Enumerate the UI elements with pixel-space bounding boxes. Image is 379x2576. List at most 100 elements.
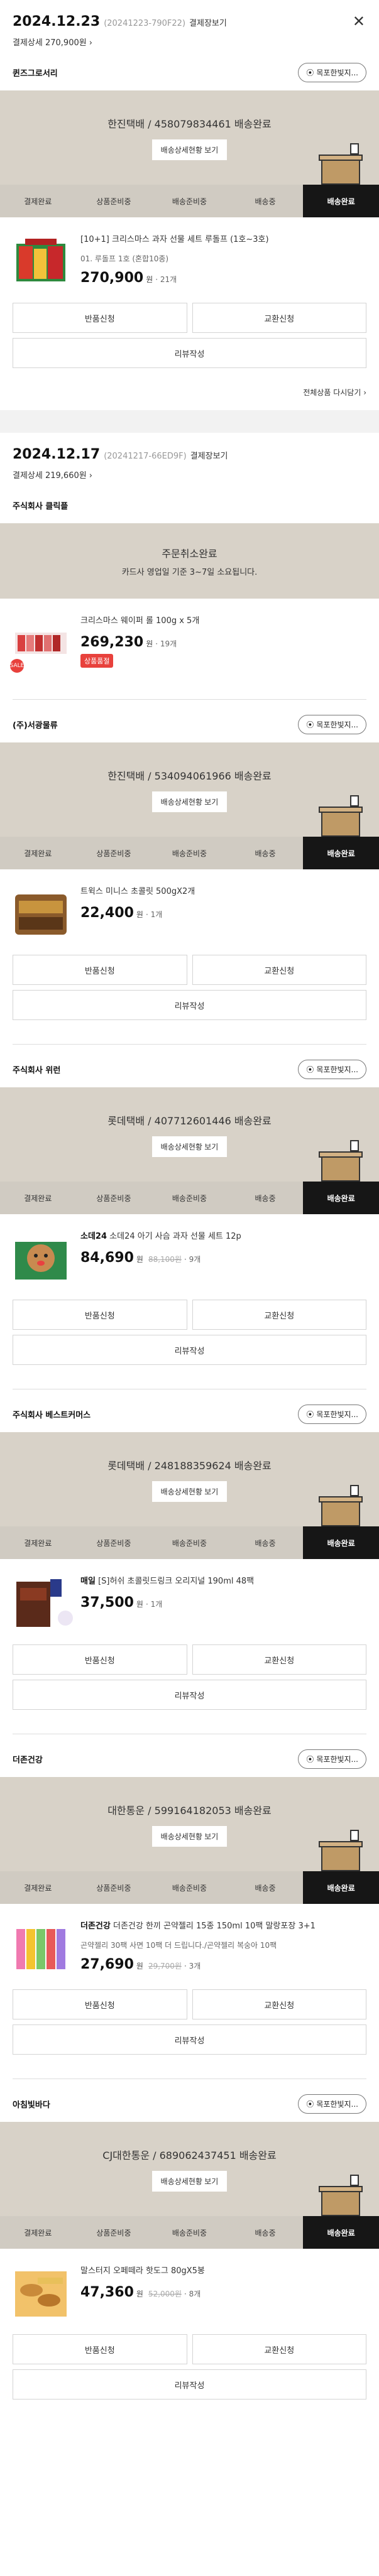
product-thumbnail[interactable] xyxy=(13,1920,69,1977)
step-preparing: 상품준비중 xyxy=(75,1182,152,1214)
product-item[interactable]: 트윅스 미니스 초콜릿 500gX2개 22,400 원 · 1개 xyxy=(0,869,379,955)
original-price: 29,700원 xyxy=(148,1961,182,1970)
location-pill-button[interactable]: ⦿ 목포한빛지... xyxy=(298,714,366,734)
delivery-stepper: 결제완료 상품준비중 배송준비중 배송중 배송완료 xyxy=(0,1526,379,1559)
step-ready: 배송준비중 xyxy=(151,185,228,217)
return-button[interactable]: 반품신청 xyxy=(13,1644,187,1675)
delivery-stepper: 결제완료 상품준비중 배송준비중 배송중 배송완료 xyxy=(0,837,379,869)
product-thumbnail[interactable] xyxy=(13,1231,69,1287)
order-number: (20241217-66ED9F) xyxy=(104,452,187,461)
review-button[interactable]: 리뷰작성 xyxy=(13,2024,366,2055)
product-qty: · 19개 xyxy=(155,639,177,648)
product-qty: · 3개 xyxy=(184,1961,201,1970)
delivery-detail-button[interactable]: 배송상세현황 보기 xyxy=(151,791,228,812)
review-button[interactable]: 리뷰작성 xyxy=(13,2369,366,2399)
receipt-link[interactable]: 결제장보기 xyxy=(190,449,228,461)
pin-icon: ⦿ xyxy=(306,1410,314,1419)
exchange-button[interactable]: 교환신청 xyxy=(192,1989,366,2019)
delivery-status-panel: 한진택배 / 534094061966 배송완료 배송상세현황 보기 xyxy=(0,742,379,837)
close-icon[interactable]: ✕ xyxy=(353,14,365,29)
reorder-all-label: 전체상품 다시담기 xyxy=(303,388,361,397)
review-button[interactable]: 리뷰작성 xyxy=(13,338,366,368)
step-delivered: 배송완료 xyxy=(303,1182,379,1214)
divider xyxy=(13,1044,366,1045)
seller-header: 더존건강 ⦿ 목포한빛지... xyxy=(0,1741,379,1777)
product-thumbnail[interactable] xyxy=(13,886,69,942)
receipt-link[interactable]: 결제장보기 xyxy=(189,16,227,28)
step-preparing: 상품준비중 xyxy=(75,2216,152,2249)
pill-label: 목포한빛지... xyxy=(316,2099,358,2109)
delivery-detail-button[interactable]: 배송상세현황 보기 xyxy=(151,1481,228,1502)
step-paid: 결제완료 xyxy=(0,1526,76,1559)
delivery-status-panel: 롯데택배 / 248188359624 배송완료 배송상세현황 보기 xyxy=(0,1432,379,1526)
return-button[interactable]: 반품신청 xyxy=(13,1989,187,2019)
product-name: 더존건강 더존건강 한끼 곤약젤리 15종 150ml 10팩 말랑포장 3+1 xyxy=(80,1920,366,1933)
product-item[interactable]: 말스터지 오페떼라 핫도그 80gX5봉 47,360 원 52,000원 · … xyxy=(0,2249,379,2334)
divider xyxy=(13,699,366,700)
delivery-status-title: 롯데택배 / 248188359624 배송완료 xyxy=(107,1459,272,1472)
delivery-status-panel: 대한통운 / 599164182053 배송완료 배송상세현황 보기 xyxy=(0,1777,379,1871)
seller-header: 퀸즈그로서리 ⦿ 목포한빛지... xyxy=(0,54,379,90)
step-paid: 결제완료 xyxy=(0,1871,76,1904)
product-price: 47,360 xyxy=(80,2284,134,2300)
return-button[interactable]: 반품신청 xyxy=(13,1300,187,1330)
original-price: 88,100원 xyxy=(148,1254,182,1264)
payment-detail-link[interactable]: 결제상세 219,660원 › xyxy=(13,469,366,481)
reorder-all-link[interactable]: 전체상품 다시담기 › xyxy=(0,368,379,410)
delivery-status-title: 대한통운 / 599164182053 배송완료 xyxy=(107,1804,272,1817)
product-thumbnail[interactable] xyxy=(13,1575,73,1632)
delivery-detail-button[interactable]: 배송상세현황 보기 xyxy=(151,139,228,160)
delivery-detail-button[interactable]: 배송상세현황 보기 xyxy=(151,1825,228,1847)
product-item[interactable]: [10+1] 크리스마스 과자 선물 세트 루돌프 (1호~3호) 01. 루돌… xyxy=(0,217,379,303)
product-item[interactable]: 소데24 소데24 아기 사슴 과자 선물 세트 12p 84,690 원 88… xyxy=(0,1214,379,1300)
seller-name: (주)서광물류 xyxy=(13,720,58,731)
exchange-button[interactable]: 교환신청 xyxy=(192,1300,366,1330)
return-button[interactable]: 반품신청 xyxy=(13,303,187,333)
return-button[interactable]: 반품신청 xyxy=(13,955,187,985)
pin-icon: ⦿ xyxy=(306,2099,314,2109)
product-thumbnail[interactable] xyxy=(13,234,69,290)
delivery-detail-button[interactable]: 배송상세현황 보기 xyxy=(151,1136,228,1157)
review-button[interactable]: 리뷰작성 xyxy=(13,1680,366,1710)
product-name-text: [S]허쉬 초콜릿드링크 오리지널 190ml 48팩 xyxy=(98,1577,255,1586)
location-pill-button[interactable]: ⦿ 목포한빛지... xyxy=(298,1749,366,1769)
delivery-stepper: 결제완료 상품준비중 배송준비중 배송중 배송완료 xyxy=(0,1871,379,1904)
cancel-status-panel: 주문취소완료 카드사 영업일 기준 3~7일 소요됩니다. xyxy=(0,523,379,599)
box-icon xyxy=(319,795,363,837)
step-preparing: 상품준비중 xyxy=(75,185,152,217)
product-item[interactable]: 더존건강 더존건강 한끼 곤약젤리 15종 150ml 10팩 말랑포장 3+1… xyxy=(0,1904,379,1989)
exchange-button[interactable]: 교환신청 xyxy=(192,955,366,985)
product-qty: · 21개 xyxy=(155,274,177,284)
location-pill-button[interactable]: ⦿ 목포한빛지... xyxy=(298,1404,366,1424)
product-item[interactable]: SALE 크리스마스 웨이퍼 롤 100g x 5개 269,230 원 · 1… xyxy=(0,599,379,684)
step-delivered: 배송완료 xyxy=(303,2216,379,2249)
location-pill-button[interactable]: ⦿ 목포한빛지... xyxy=(298,62,366,82)
product-name: 매일 [S]허쉬 초콜릿드링크 오리지널 190ml 48팩 xyxy=(80,1575,366,1589)
delivery-status-title: 한진택배 / 534094061966 배송완료 xyxy=(107,769,272,782)
step-preparing: 상품준비중 xyxy=(75,1526,152,1559)
review-button[interactable]: 리뷰작성 xyxy=(13,990,366,1020)
pin-icon: ⦿ xyxy=(306,68,314,77)
step-shipping: 배송중 xyxy=(227,185,304,217)
return-button[interactable]: 반품신청 xyxy=(13,2334,187,2364)
location-pill-button[interactable]: ⦿ 목포한빛지... xyxy=(298,1059,366,1079)
delivery-detail-button[interactable]: 배송상세현황 보기 xyxy=(151,2170,228,2192)
product-thumbnail[interactable]: SALE xyxy=(10,615,69,673)
currency-label: 원 xyxy=(136,1961,143,1970)
exchange-button[interactable]: 교환신청 xyxy=(192,303,366,333)
original-price: 52,000원 xyxy=(148,2289,182,2298)
exchange-button[interactable]: 교환신청 xyxy=(192,2334,366,2364)
location-pill-button[interactable]: ⦿ 목포한빛지... xyxy=(298,2094,366,2114)
step-ready: 배송준비중 xyxy=(151,1871,228,1904)
order-header: 2024.12.17 (20241217-66ED9F) 결제장보기 결제상세 … xyxy=(0,433,379,487)
order-date: 2024.12.17 xyxy=(13,447,101,462)
product-thumbnail[interactable] xyxy=(13,2265,69,2322)
step-delivered: 배송완료 xyxy=(303,185,379,217)
payment-detail-link[interactable]: 결제상세 270,900원 › xyxy=(13,36,366,48)
exchange-button[interactable]: 교환신청 xyxy=(192,1644,366,1675)
product-price: 22,400 xyxy=(80,905,134,921)
product-item[interactable]: 매일 [S]허쉬 초콜릿드링크 오리지널 190ml 48팩 37,500 원 … xyxy=(0,1559,379,1644)
step-paid: 결제완료 xyxy=(0,1182,76,1214)
seller-name: 주식회사 베스트커머스 xyxy=(13,1410,91,1420)
review-button[interactable]: 리뷰작성 xyxy=(13,1335,366,1365)
